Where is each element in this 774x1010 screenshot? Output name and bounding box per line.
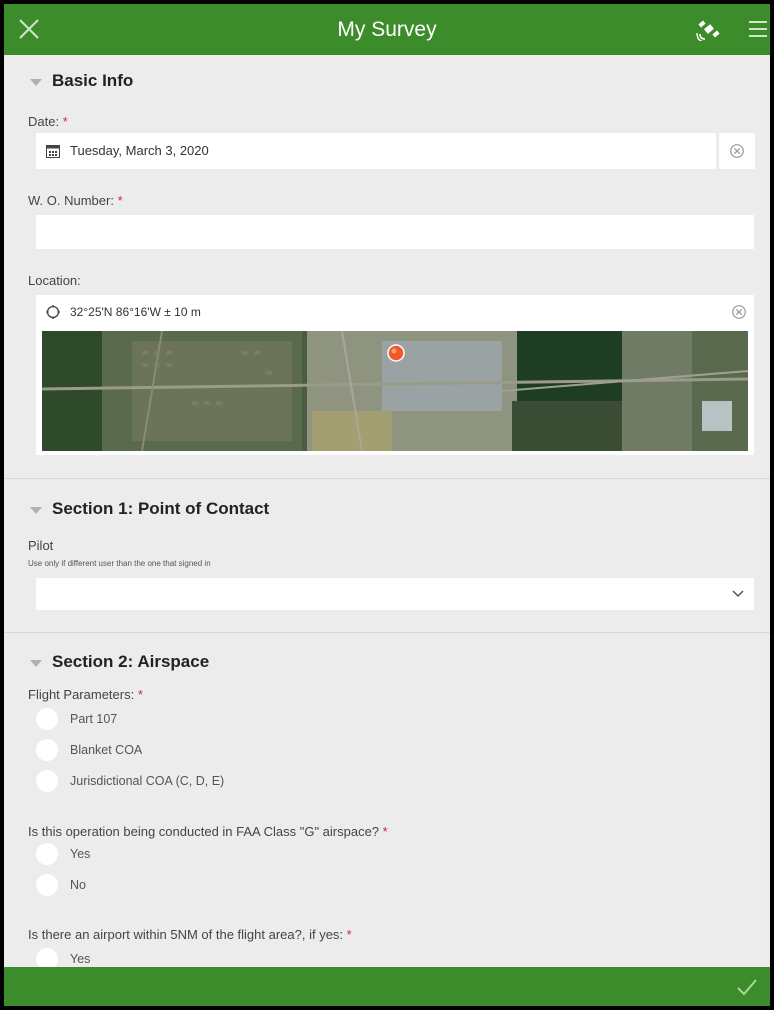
radio-option[interactable]: Blanket COA [36, 734, 224, 765]
clear-icon[interactable] [730, 144, 744, 158]
collapse-triangle-icon [30, 78, 42, 86]
radio-label: Blanket COA [70, 742, 143, 757]
airport-question-text: Is there an airport within 5NM of the fl… [28, 927, 344, 942]
section-header[interactable]: Section 2: Airspace [30, 652, 209, 672]
required-marker: * [382, 824, 388, 839]
satellite-icon[interactable] [696, 17, 722, 41]
radio-button[interactable] [36, 738, 58, 761]
class-g-options: Yes No [36, 838, 90, 900]
flight-parameters-label: Flight Parameters: * [28, 687, 143, 702]
date-label-text: Date: [28, 114, 60, 129]
hamburger-menu-icon[interactable] [748, 20, 768, 38]
section-basic-info: Basic Info Date: * Tuesday, March 3, 202… [4, 55, 770, 479]
radio-button[interactable] [36, 873, 58, 896]
section-title: Basic Info [52, 71, 134, 90]
bottom-bar [4, 967, 770, 1006]
collapse-triangle-icon [30, 506, 42, 514]
survey-form: Basic Info Date: * Tuesday, March 3, 202… [4, 55, 770, 967]
radio-option[interactable]: Yes [36, 838, 90, 869]
wo-number-label: W. O. Number: * [28, 193, 123, 208]
clear-icon[interactable] [732, 305, 746, 319]
section-header[interactable]: Basic Info [30, 71, 133, 91]
chevron-down-icon [732, 590, 744, 598]
section-title: Section 2: Airspace [52, 652, 210, 671]
radio-button[interactable] [36, 842, 58, 865]
location-map[interactable] [36, 329, 754, 455]
location-label: Location: [28, 273, 81, 288]
required-marker: * [137, 687, 143, 702]
airport-options: Yes [36, 943, 90, 967]
flight-parameters-text: Flight Parameters: [28, 687, 135, 702]
section-header[interactable]: Section 1: Point of Contact [30, 499, 269, 519]
calendar-icon [46, 145, 60, 158]
wo-label-text: W. O. Number: [28, 193, 114, 208]
location-field[interactable]: 32°25'N 86°16'W ± 10 m [36, 295, 754, 329]
radio-option[interactable]: No [36, 869, 90, 900]
date-field[interactable]: Tuesday, March 3, 2020 [36, 133, 716, 169]
radio-label: No [70, 877, 86, 892]
radio-button[interactable] [36, 707, 58, 730]
top-bar: My Survey [4, 4, 770, 55]
gps-target-icon [46, 305, 60, 319]
radio-label: Yes [70, 846, 91, 861]
radio-option[interactable]: Part 107 [36, 703, 224, 734]
class-g-question-text: Is this operation being conducted in FAA… [28, 824, 380, 839]
required-marker: * [346, 927, 352, 942]
required-marker: * [117, 193, 123, 208]
radio-label: Jurisdictional COA (C, D, E) [70, 773, 225, 788]
collapse-triangle-icon [30, 659, 42, 667]
date-label: Date: * [28, 114, 68, 129]
pilot-hint: Use only if different user than the one … [28, 559, 211, 568]
flight-parameters-options: Part 107 Blanket COA Jurisdictional COA … [36, 703, 224, 796]
radio-button[interactable] [36, 769, 58, 792]
radio-button[interactable] [36, 947, 58, 967]
pilot-label: Pilot [28, 538, 54, 553]
location-pin-icon [387, 344, 405, 362]
radio-label: Yes [70, 951, 91, 966]
required-marker: * [62, 114, 68, 129]
section-airspace: Section 2: Airspace Flight Parameters: *… [4, 633, 770, 967]
app-frame: My Survey Basic Info Date: * Tuesday, Ma… [4, 4, 770, 1006]
wo-number-input[interactable] [36, 215, 754, 249]
radio-option[interactable]: Yes [36, 943, 90, 967]
location-value: 32°25'N 86°16'W ± 10 m [70, 305, 201, 319]
class-g-question: Is this operation being conducted in FAA… [28, 824, 388, 839]
date-value: Tuesday, March 3, 2020 [70, 143, 209, 158]
section-point-of-contact: Section 1: Point of Contact Pilot Use on… [4, 479, 770, 633]
section-title: Section 1: Point of Contact [52, 499, 270, 518]
pilot-select[interactable] [36, 578, 754, 610]
radio-option[interactable]: Jurisdictional COA (C, D, E) [36, 765, 224, 796]
checkmark-icon[interactable] [736, 977, 758, 997]
airport-question: Is there an airport within 5NM of the fl… [28, 927, 352, 942]
date-clear-area [718, 133, 755, 169]
survey-title: My Survey [337, 18, 437, 41]
radio-label: Part 107 [70, 711, 118, 726]
